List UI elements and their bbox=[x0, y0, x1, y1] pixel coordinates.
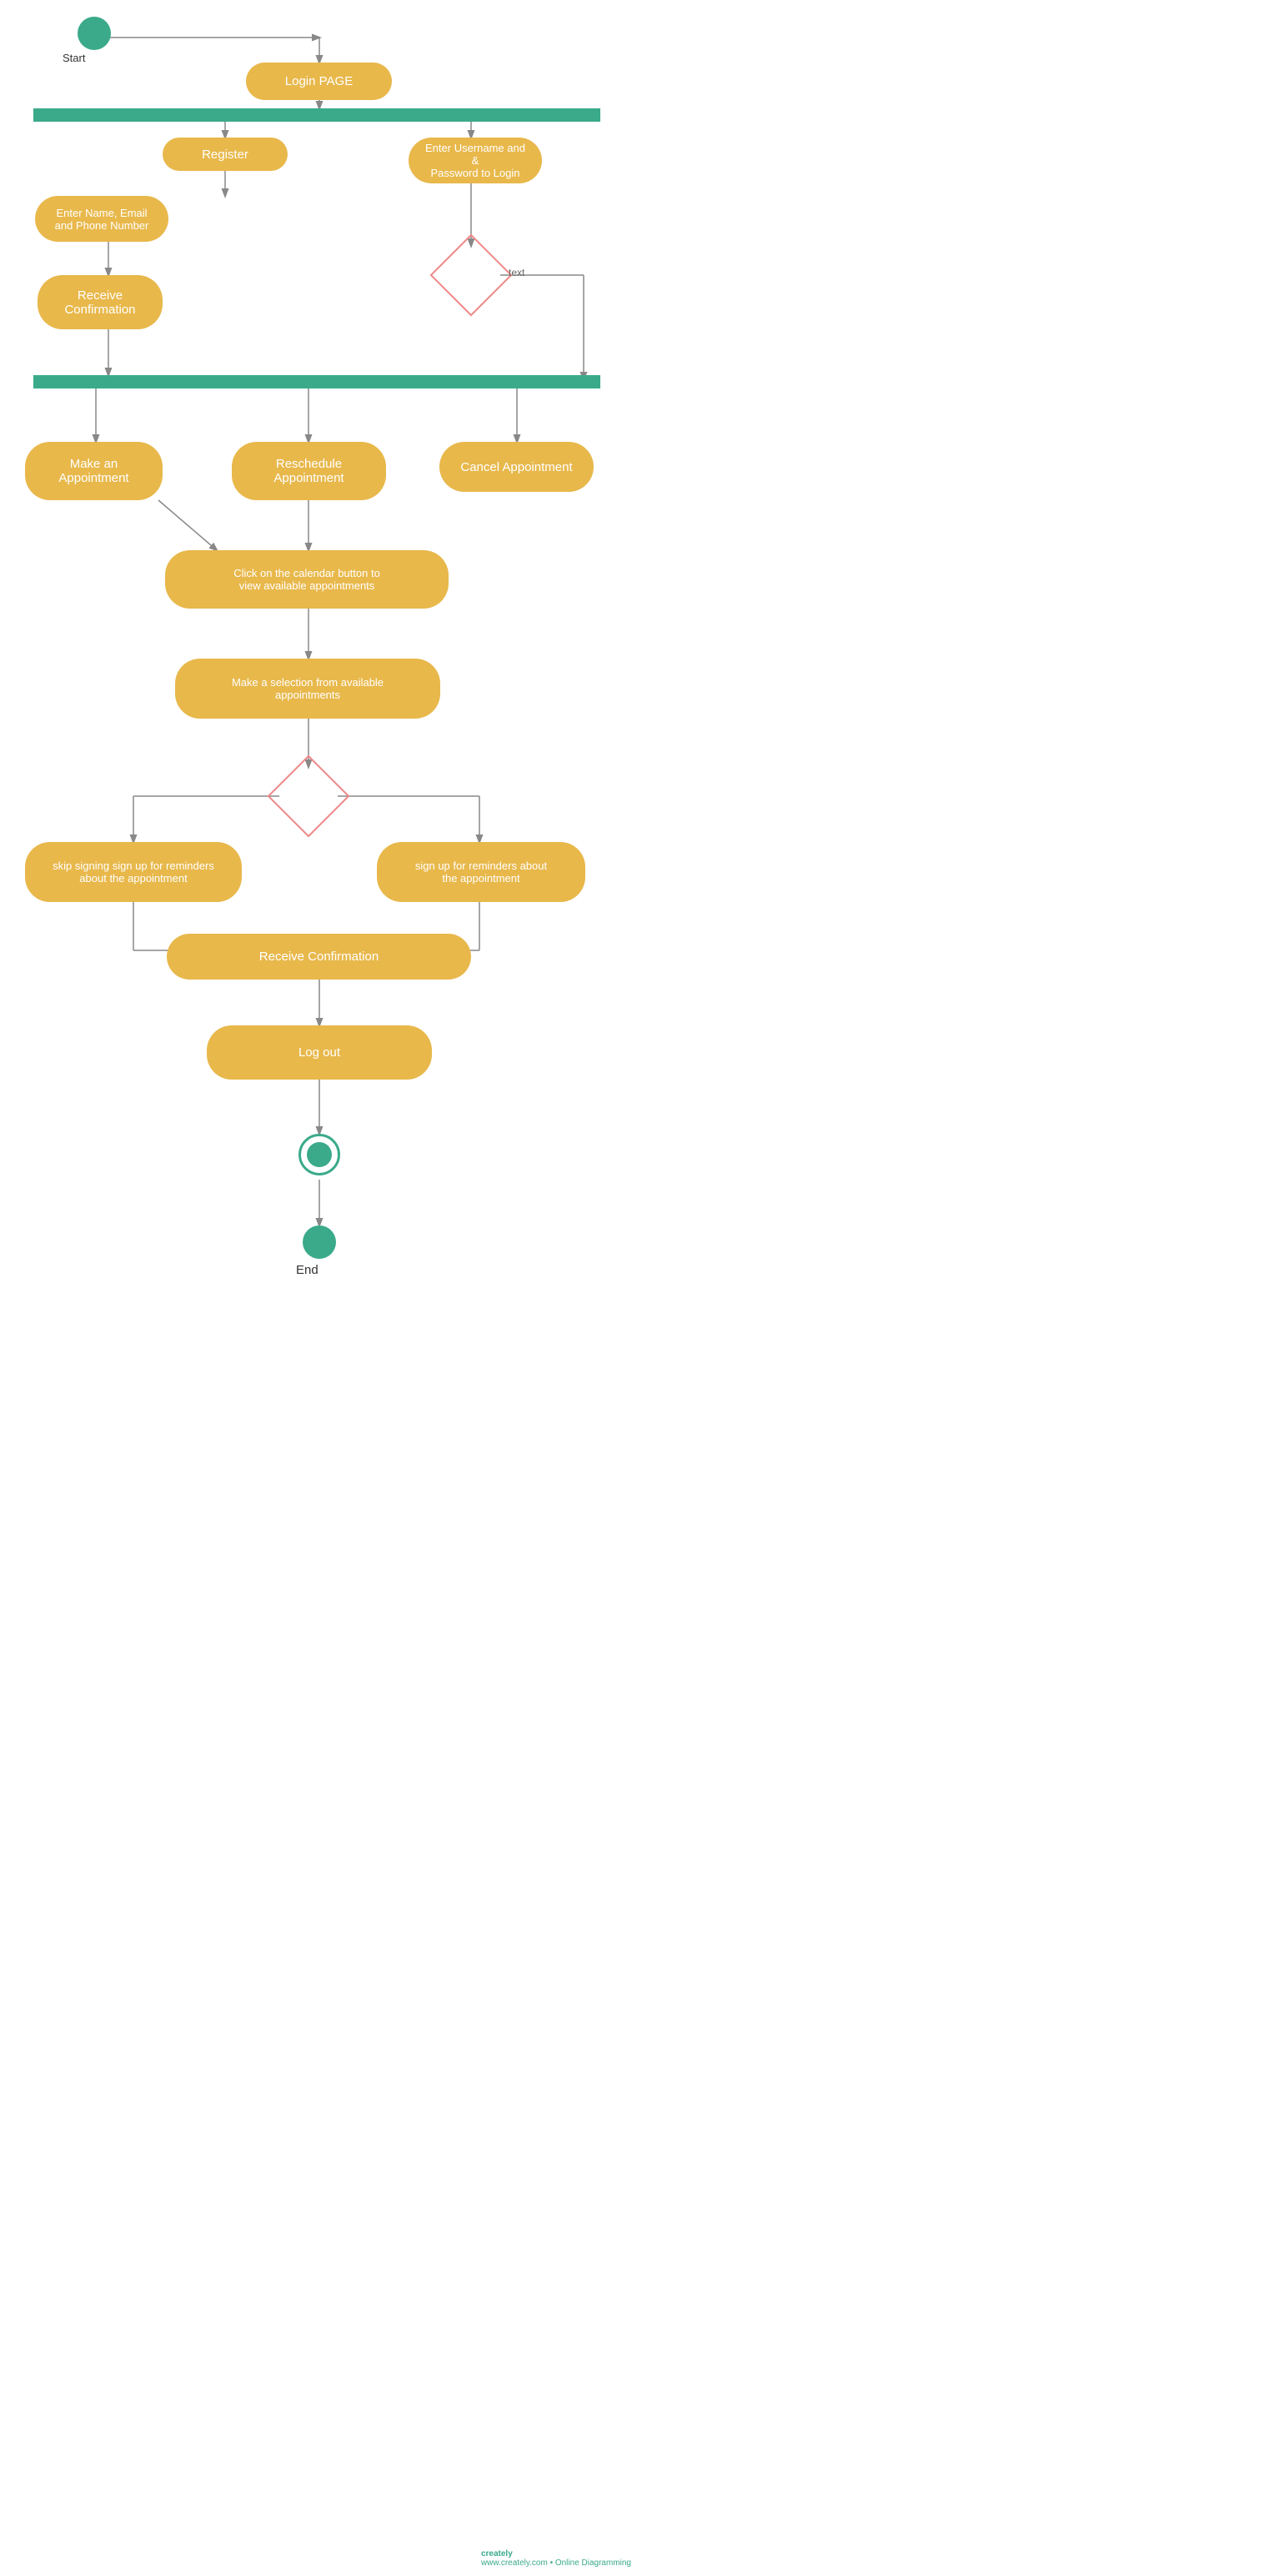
teal-bar-2 bbox=[33, 375, 600, 388]
click-calendar-node: Click on the calendar button toview avai… bbox=[165, 550, 449, 609]
start-label: Start bbox=[63, 52, 85, 64]
cancel-node: Cancel Appointment bbox=[439, 442, 594, 492]
register-node: Register bbox=[163, 138, 288, 171]
enter-credentials-node: Enter Username and &Password to Login bbox=[409, 138, 542, 183]
teal-bar-1 bbox=[33, 108, 600, 122]
receive-confirmation-2-node: Receive Confirmation bbox=[167, 934, 471, 980]
diamond-1 bbox=[442, 246, 500, 304]
make-appointment-node: Make anAppointment bbox=[25, 442, 163, 500]
enter-name-node: Enter Name, Emailand Phone Number bbox=[35, 196, 168, 242]
end-ring bbox=[298, 1134, 340, 1175]
end-circle bbox=[303, 1225, 336, 1259]
receive-confirmation-1-node: ReceiveConfirmation bbox=[38, 275, 163, 329]
reschedule-node: RescheduleAppointment bbox=[232, 442, 386, 500]
diamond-2 bbox=[279, 767, 338, 825]
end-label: End bbox=[296, 1263, 318, 1277]
login-page-node: Login PAGE bbox=[246, 63, 392, 100]
make-selection-node: Make a selection from availableappointme… bbox=[175, 659, 440, 719]
watermark: creately www.creately.com • Online Diagr… bbox=[481, 2549, 631, 2568]
logout-node: Log out bbox=[207, 1025, 432, 1080]
text-label: text bbox=[509, 267, 524, 278]
sign-up-reminders-node: sign up for reminders aboutthe appointme… bbox=[377, 842, 585, 902]
flowchart-diagram: Start Login PAGE Register Enter Username… bbox=[0, 0, 640, 2576]
end-inner bbox=[307, 1142, 332, 1167]
skip-reminders-node: skip signing sign up for remindersabout … bbox=[25, 842, 242, 902]
start-circle bbox=[78, 17, 111, 50]
